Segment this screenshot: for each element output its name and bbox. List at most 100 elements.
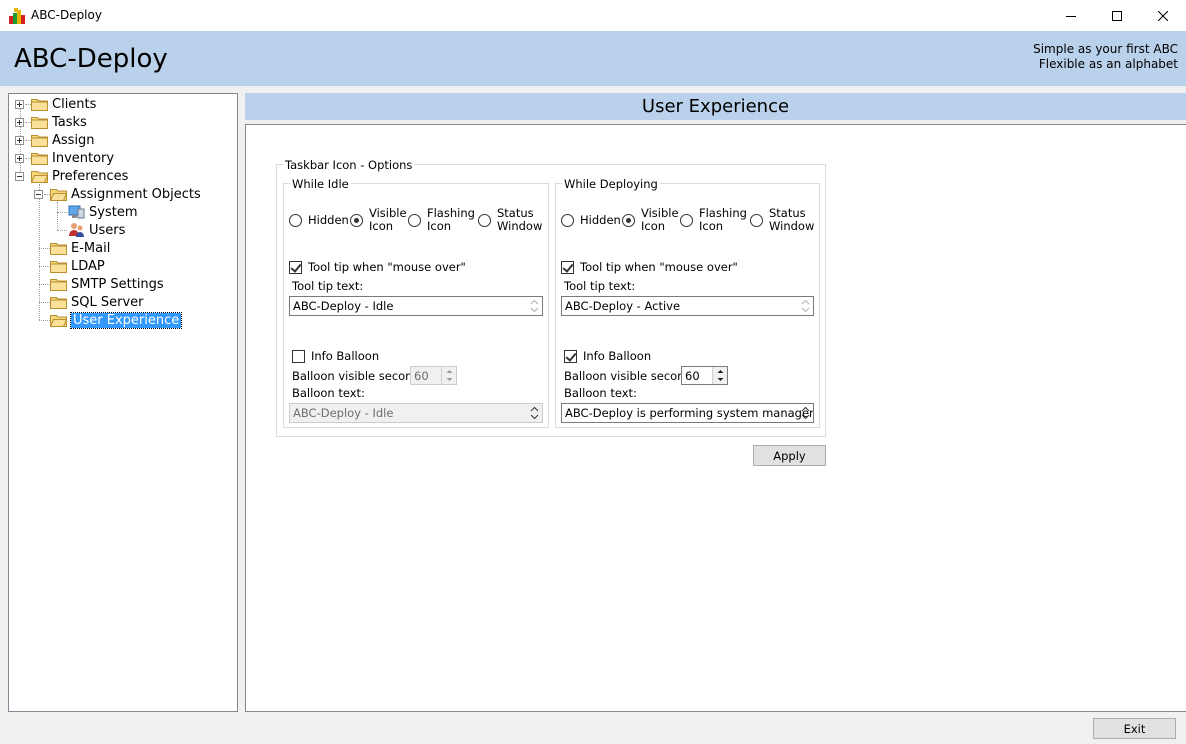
apply-button[interactable]: Apply	[753, 445, 826, 466]
close-button[interactable]	[1140, 0, 1186, 31]
tree-item-preferences[interactable]: Preferences	[31, 167, 128, 185]
deploying-balloon-seconds-stepper[interactable]: 60	[681, 366, 728, 385]
idle-status-window-label-line-2: Window	[497, 219, 543, 233]
tree-item-sql-server[interactable]: SQL Server	[50, 293, 144, 311]
idle-status-window-radio[interactable]	[478, 214, 491, 227]
deploying-tooltip-checkbox-label: Tool tip when "mouse over"	[580, 260, 738, 274]
deploying-tooltip-checkbox[interactable]	[561, 261, 574, 274]
expand-assign-toggle[interactable]	[15, 136, 24, 145]
stepper-arrows-icon	[717, 370, 724, 381]
scroll-arrows-icon	[530, 299, 539, 313]
page-title: User Experience	[641, 96, 790, 117]
while-deploying-label: While Deploying	[562, 177, 660, 191]
idle-tooltip-text-input[interactable]: ABC-Deploy - Idle	[289, 296, 543, 316]
idle-tooltip-text-value: ABC-Deploy - Idle	[293, 299, 394, 313]
window-title: ABC-Deploy	[31, 8, 102, 22]
tree-item-user-experience[interactable]: User Experience	[50, 311, 183, 329]
tree-item-system[interactable]: System	[68, 203, 137, 221]
idle-flashing-icon-label-line-2: Icon	[427, 219, 452, 233]
deploying-balloon-text-input[interactable]: ABC-Deploy is performing system manageme…	[561, 403, 814, 423]
tree-connector	[39, 302, 50, 303]
idle-tooltip-checkbox-label: Tool tip when "mouse over"	[308, 260, 466, 274]
close-icon	[1158, 10, 1168, 21]
idle-tooltip-checkbox[interactable]	[289, 261, 302, 274]
stepper-buttons[interactable]	[712, 367, 727, 384]
app-header: ABC-Deploy Simple as your first ABC Flex…	[0, 31, 1186, 86]
tree-item-label: Preferences	[52, 168, 129, 184]
deploying-status-window-radio[interactable]	[750, 214, 763, 227]
exit-button-label: Exit	[1123, 721, 1146, 736]
minimize-button[interactable]	[1048, 0, 1094, 31]
tree-item-tasks[interactable]: Tasks	[31, 113, 87, 131]
expand-tasks-toggle[interactable]	[15, 118, 24, 127]
deploying-info-balloon-checkbox[interactable]	[564, 350, 577, 363]
tree-item-label: SMTP Settings	[71, 276, 164, 292]
collapse-assignment-objects-toggle[interactable]	[34, 190, 43, 199]
maximize-icon	[1112, 10, 1122, 21]
deploying-hidden-label: Hidden	[580, 213, 621, 227]
tree-connector	[39, 284, 50, 285]
tree-connector	[39, 266, 50, 267]
stepper-buttons[interactable]	[441, 367, 456, 384]
tree-item-ldap[interactable]: LDAP	[50, 257, 105, 275]
title-bar: ABC-Deploy	[0, 0, 1186, 31]
folder-icon	[50, 296, 67, 309]
deploying-balloon-text-value: ABC-Deploy is performing system manageme…	[565, 406, 813, 420]
tree-item-label: Clients	[52, 96, 97, 112]
tree-connector	[57, 202, 58, 230]
deploying-flashing-icon-label-line-2: Icon	[699, 219, 724, 233]
app-header-title: ABC-Deploy	[14, 44, 168, 74]
deploying-hidden-radio[interactable]	[561, 214, 574, 227]
idle-flashing-icon-radio[interactable]	[408, 214, 421, 227]
tagline-line-2: Flexible as an alphabet	[1038, 57, 1178, 71]
tree-item-label: Inventory	[52, 150, 115, 166]
minimize-icon	[1066, 15, 1076, 17]
idle-visible-icon-label-line-2: Icon	[369, 219, 394, 233]
deploying-balloon-text-label: Balloon text:	[564, 386, 637, 400]
deploying-visible-icon-radio[interactable]	[622, 214, 635, 227]
folder-icon	[50, 278, 67, 291]
tree-item-email[interactable]: E-Mail	[50, 239, 110, 257]
open-folder-icon	[50, 314, 67, 327]
tree-item-users[interactable]: Users	[68, 221, 125, 239]
deploying-visible-icon-label-line-2: Icon	[641, 219, 666, 233]
maximize-button[interactable]	[1094, 0, 1140, 31]
tree-item-label: Assignment Objects	[71, 186, 201, 202]
idle-balloon-text-input[interactable]: ABC-Deploy - Idle	[289, 403, 543, 423]
idle-info-balloon-label: Info Balloon	[311, 349, 380, 363]
idle-balloon-seconds-value: 60	[414, 369, 429, 383]
users-icon	[69, 223, 84, 237]
folder-icon	[31, 98, 48, 111]
idle-hidden-label: Hidden	[308, 213, 349, 227]
deploying-flashing-icon-radio[interactable]	[680, 214, 693, 227]
tree-item-label: SQL Server	[71, 294, 144, 310]
deploying-info-balloon-label: Info Balloon	[583, 349, 652, 363]
tree-item-smtp-settings[interactable]: SMTP Settings	[50, 275, 164, 293]
tree-item-assign[interactable]: Assign	[31, 131, 95, 149]
expand-clients-toggle[interactable]	[15, 100, 24, 109]
taskbar-icon-options-label: Taskbar Icon - Options	[283, 158, 415, 172]
tree-item-label: E-Mail	[71, 240, 111, 256]
idle-info-balloon-checkbox[interactable]	[292, 350, 305, 363]
collapse-preferences-toggle[interactable]	[15, 172, 24, 181]
deploying-tooltip-text-label: Tool tip text:	[564, 279, 636, 293]
folder-icon	[50, 242, 67, 255]
deploying-tooltip-text-input[interactable]: ABC-Deploy - Active	[561, 296, 814, 316]
tree-item-inventory[interactable]: Inventory	[31, 149, 114, 167]
idle-hidden-radio[interactable]	[289, 214, 302, 227]
idle-visible-icon-radio[interactable]	[350, 214, 363, 227]
idle-balloon-seconds-stepper[interactable]: 60	[410, 366, 457, 385]
idle-tooltip-text-label: Tool tip text:	[292, 279, 364, 293]
folder-icon	[50, 260, 67, 273]
expand-inventory-toggle[interactable]	[15, 154, 24, 163]
tree-item-clients[interactable]: Clients	[31, 95, 96, 113]
tree-item-label: Tasks	[52, 114, 87, 130]
tree-item-assignment-objects[interactable]: Assignment Objects	[50, 185, 201, 203]
stepper-arrows-icon	[446, 370, 453, 381]
open-folder-icon	[50, 188, 67, 201]
tree-item-label: LDAP	[71, 258, 105, 274]
exit-button[interactable]: Exit	[1093, 718, 1176, 739]
navigation-tree: Clients Tasks Assign Inventory Preferenc…	[8, 93, 238, 712]
scroll-arrows-icon	[530, 406, 539, 420]
idle-balloon-text-value: ABC-Deploy - Idle	[293, 406, 394, 420]
